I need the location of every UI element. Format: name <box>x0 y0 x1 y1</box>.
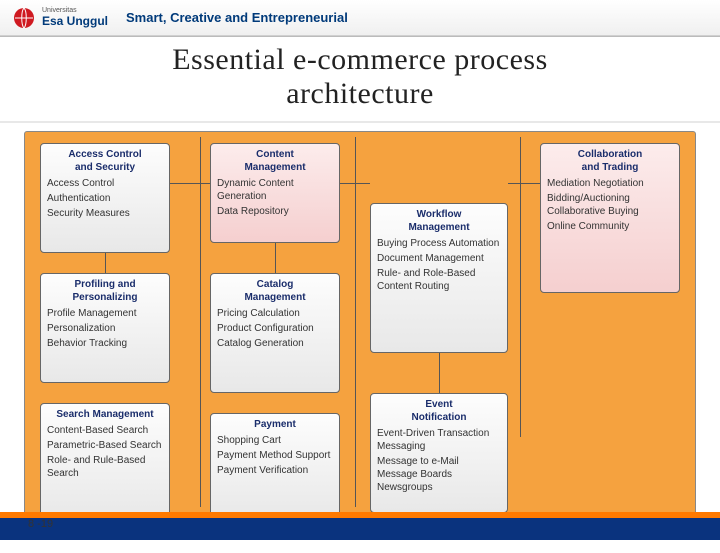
connector <box>508 183 540 184</box>
globe-icon <box>12 6 36 30</box>
connector <box>275 243 276 273</box>
t: Profiling and <box>74 279 135 290</box>
box-item: Rule- and Role-Based Content Routing <box>377 267 501 293</box>
page-number: 8 -19 <box>28 518 53 530</box>
box-title: Profiling and Personalizing <box>47 278 163 304</box>
box-event-notification: Event Notification Event-Driven Transact… <box>370 393 508 513</box>
t: and Security <box>75 162 135 173</box>
title-row: Essential e-commerce process architectur… <box>0 37 720 123</box>
t: Notification <box>412 412 467 423</box>
box-title: Catalog Management <box>217 278 333 304</box>
box-item: Data Repository <box>217 205 333 218</box>
t: Management <box>244 292 305 303</box>
box-item: Content-Based Search <box>47 424 163 437</box>
diagram-zone: Access Control and Security Access Contr… <box>0 123 720 553</box>
box-item: Pricing Calculation <box>217 307 333 320</box>
box-profiling-personalizing: Profiling and Personalizing Profile Mana… <box>40 273 170 383</box>
box-title: Payment <box>217 418 333 431</box>
box-item: Document Management <box>377 252 501 265</box>
box-title: Workflow Management <box>377 208 501 234</box>
box-item: Security Measures <box>47 207 163 220</box>
box-item: Bidding/Auctioning Collaborative Buying <box>547 192 673 218</box>
t: Workflow <box>417 209 462 220</box>
box-item: Shopping Cart <box>217 434 333 447</box>
box-title: Event Notification <box>377 398 501 424</box>
box-item: Mediation Negotiation <box>547 177 673 190</box>
connector <box>170 183 210 184</box>
box-workflow-management: Workflow Management Buying Process Autom… <box>370 203 508 353</box>
t: Collaboration <box>578 149 642 160</box>
footer-bar <box>0 512 720 540</box>
box-collaboration-trading: Collaboration and Trading Mediation Nego… <box>540 143 680 293</box>
box-item: Catalog Generation <box>217 337 333 350</box>
t: Management <box>244 162 305 173</box>
box-payment: Payment Shopping Cart Payment Method Sup… <box>210 413 340 519</box>
t: Catalog <box>257 279 294 290</box>
brand-name: Esa Unggul <box>42 14 108 28</box>
title-line-1: Essential e-commerce process <box>0 43 720 77</box>
t: Event <box>425 399 452 410</box>
box-item: Message to e-Mail Message Boards Newsgro… <box>377 455 501 494</box>
t: and Trading <box>582 162 639 173</box>
tagline: Smart, Creative and Entrepreneurial <box>126 10 348 25</box>
box-content-management: Content Management Dynamic Content Gener… <box>210 143 340 243</box>
connector <box>520 137 521 437</box>
box-access-control-security: Access Control and Security Access Contr… <box>40 143 170 253</box>
box-item: Personalization <box>47 322 163 335</box>
t: Content <box>256 149 294 160</box>
box-item: Role- and Rule-Based Search <box>47 454 163 480</box>
box-title: Access Control and Security <box>47 148 163 174</box>
header-bar: Universitas Esa Unggul Smart, Creative a… <box>0 0 720 36</box>
t: Personalizing <box>72 292 137 303</box>
box-item: Buying Process Automation <box>377 237 501 250</box>
box-title: Search Management <box>47 408 163 421</box>
box-item: Parametric-Based Search <box>47 439 163 452</box>
connector <box>355 137 356 507</box>
box-item: Dynamic Content Generation <box>217 177 333 203</box>
box-item: Payment Verification <box>217 464 333 477</box>
box-catalog-management: Catalog Management Pricing Calculation P… <box>210 273 340 393</box>
brand-top: Universitas <box>42 7 108 14</box>
connector <box>439 353 440 393</box>
box-title: Content Management <box>217 148 333 174</box>
box-item: Event-Driven Transaction Messaging <box>377 427 501 453</box>
brand-text: Universitas Esa Unggul <box>42 7 108 28</box>
t: Management <box>408 222 469 233</box>
box-item: Product Configuration <box>217 322 333 335</box>
box-title: Collaboration and Trading <box>547 148 673 174</box>
box-item: Behavior Tracking <box>47 337 163 350</box>
box-item: Profile Management <box>47 307 163 320</box>
title-line-2: architecture <box>0 77 720 111</box>
connector <box>200 137 201 507</box>
box-item: Access Control <box>47 177 163 190</box>
connector <box>105 253 106 273</box>
box-search-management: Search Management Content-Based Search P… <box>40 403 170 521</box>
logo-block: Universitas Esa Unggul <box>12 6 108 30</box>
box-item: Payment Method Support <box>217 449 333 462</box>
box-item: Authentication <box>47 192 163 205</box>
t: Access Control <box>68 149 141 160</box>
box-item: Online Community <box>547 220 673 233</box>
